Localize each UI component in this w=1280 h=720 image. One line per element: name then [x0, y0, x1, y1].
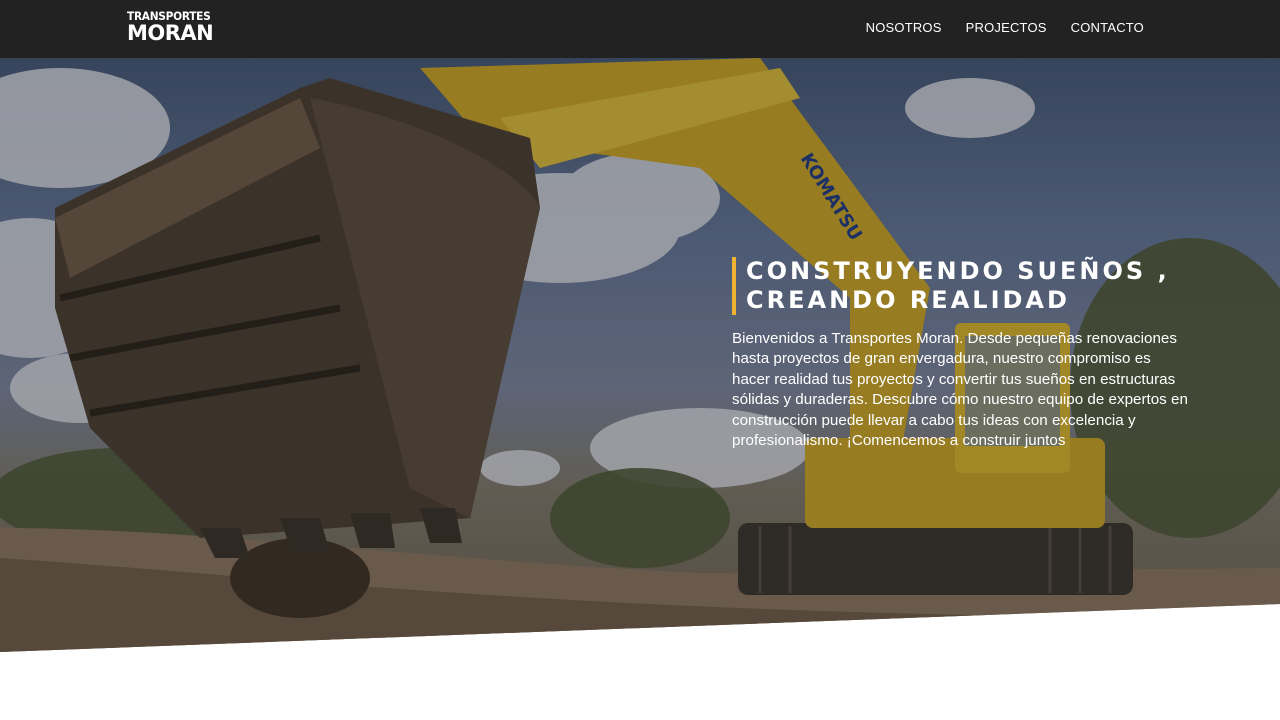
- nav-link-contacto[interactable]: CONTACTO: [1071, 20, 1144, 35]
- hero-headline-line2: CREANDO REALIDAD: [746, 286, 1070, 314]
- logo-line1: TRANSPORTES: [127, 9, 211, 23]
- site-logo[interactable]: TRANSPORTES MORAN: [127, 10, 217, 44]
- hero-section: KOMATSU CONSTRUYENDO SUEÑOS , CREANDO RE…: [0, 58, 1280, 652]
- site-header: TRANSPORTES MORAN NOSOTROS PROJECTOS CON…: [0, 0, 1280, 58]
- nav-link-projectos[interactable]: PROJECTOS: [966, 20, 1047, 35]
- main-nav: NOSOTROS PROJECTOS CONTACTO: [866, 20, 1144, 35]
- hero-text-block: CONSTRUYENDO SUEÑOS , CREANDO REALIDAD B…: [732, 257, 1192, 451]
- logo-line2: MORAN: [127, 21, 214, 45]
- hero-intro-text: Bienvenidos a Transportes Moran. Desde p…: [732, 330, 1188, 450]
- nav-link-nosotros[interactable]: NOSOTROS: [866, 20, 942, 35]
- hero-headline: CONSTRUYENDO SUEÑOS , CREANDO REALIDAD: [732, 257, 1192, 315]
- hero-headline-line1: CONSTRUYENDO SUEÑOS ,: [746, 257, 1170, 285]
